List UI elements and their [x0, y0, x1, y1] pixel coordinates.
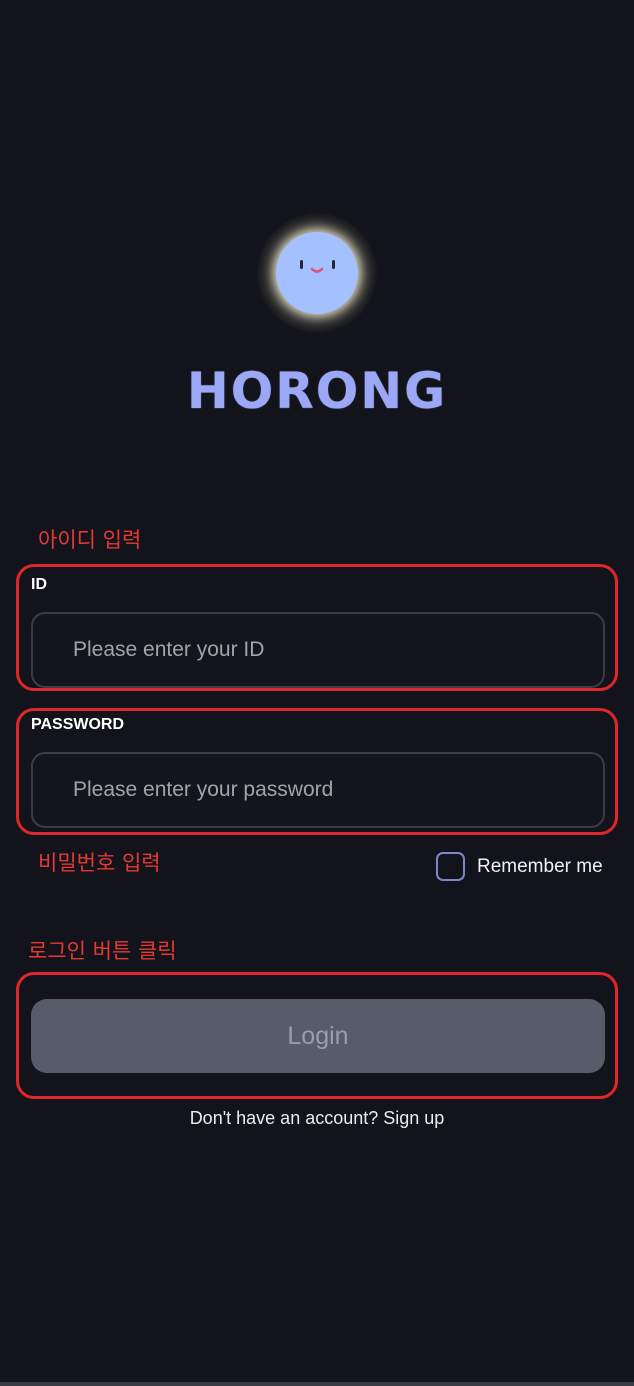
- id-label: ID: [31, 576, 47, 593]
- smiling-moon-icon: [276, 232, 358, 314]
- login-screen: HORONG 아이디 입력 ID PASSWORD 비밀번호 입력 Rememb…: [0, 0, 634, 1386]
- id-annotation-text: 아이디 입력: [38, 528, 142, 552]
- password-annotation-text: 비밀번호 입력: [38, 851, 161, 875]
- login-button[interactable]: Login: [31, 999, 605, 1073]
- app-logo: [257, 213, 377, 333]
- login-annotation-text: 로그인 버튼 클릭: [28, 939, 177, 963]
- remember-me-checkbox[interactable]: [436, 852, 465, 881]
- password-input[interactable]: [31, 752, 605, 828]
- password-label: PASSWORD: [31, 716, 125, 733]
- id-input[interactable]: [31, 612, 605, 688]
- bottom-edge-bar: [0, 1382, 634, 1386]
- signup-link[interactable]: Don't have an account? Sign up: [0, 1108, 634, 1129]
- remember-me-label[interactable]: Remember me: [477, 856, 603, 878]
- app-title: HORONG: [186, 362, 448, 420]
